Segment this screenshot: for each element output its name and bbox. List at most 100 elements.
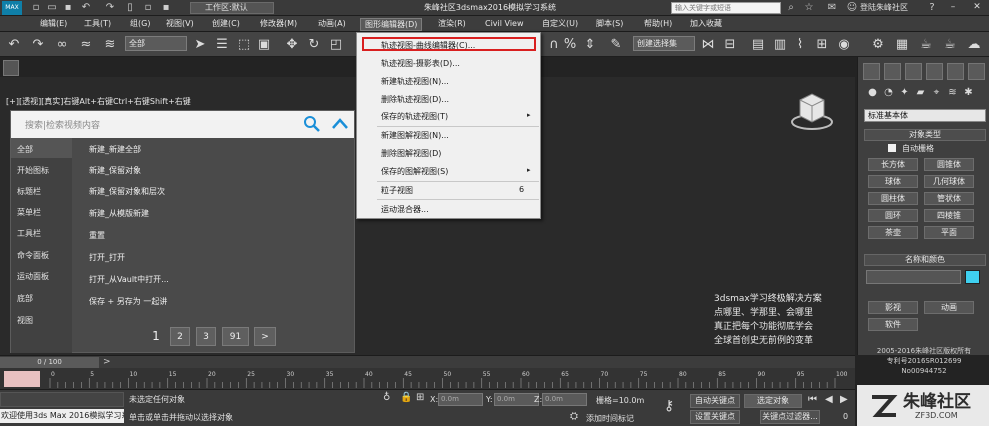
- video-list-item[interactable]: 保存 + 另存为 一起讲: [89, 296, 167, 307]
- menu-civil-view[interactable]: Civil View: [481, 18, 528, 31]
- play-icon[interactable]: ▶: [840, 394, 848, 405]
- next-frame-button[interactable]: >: [103, 357, 111, 367]
- category-item[interactable]: 底部: [17, 293, 33, 304]
- menu-group[interactable]: 组(G): [126, 18, 154, 31]
- select-move-icon[interactable]: ✥: [284, 37, 300, 53]
- save-file-icon[interactable]: ▪: [62, 2, 74, 14]
- binoculars-icon[interactable]: ⌕: [785, 2, 797, 14]
- page-current[interactable]: 1: [147, 327, 165, 346]
- star-icon[interactable]: ☆: [803, 2, 815, 14]
- autogrid-checkbox[interactable]: [888, 144, 896, 152]
- open-file-icon[interactable]: ▭: [46, 2, 58, 14]
- workspace-select[interactable]: 工作区:默认: [190, 2, 274, 14]
- spinner-snap-icon[interactable]: ⇕: [582, 37, 598, 53]
- category-item[interactable]: 运动面板: [17, 271, 49, 282]
- lights-icon[interactable]: ✦: [898, 86, 911, 99]
- select-object-icon[interactable]: ➤: [192, 37, 208, 53]
- cylinder-button[interactable]: 圆柱体: [868, 192, 918, 205]
- viewport-label[interactable]: [+][透视][真实]右键Alt+右键Ctrl+右键Shift+右键: [6, 96, 191, 107]
- name-color-rollout[interactable]: 名称和颜色: [864, 254, 986, 266]
- video-list-item[interactable]: 新建_从模版新建: [89, 208, 149, 219]
- video-search-input[interactable]: 搜索|检索视频内容: [25, 118, 100, 131]
- menu-item-dope-sheet[interactable]: 轨迹视图-摄影表(D)...: [381, 58, 460, 69]
- schematic-view-icon[interactable]: ⊞: [814, 37, 830, 53]
- z-coordinate-field[interactable]: 0.0m: [542, 393, 587, 406]
- page-button[interactable]: 91: [222, 327, 249, 346]
- minimize-icon[interactable]: –: [942, 1, 964, 14]
- menu-item-delete-schematic-view[interactable]: 删除图解视图(D): [381, 148, 441, 159]
- menu-help[interactable]: 帮助(H): [640, 18, 676, 31]
- time-tag-icon[interactable]: ⛭: [570, 411, 578, 422]
- space-warps-icon[interactable]: ≋: [946, 86, 959, 99]
- sphere-button[interactable]: 球体: [868, 175, 918, 188]
- close-icon[interactable]: ✕: [966, 1, 988, 14]
- new-file-icon[interactable]: ▫: [30, 2, 42, 14]
- page-button[interactable]: 2: [170, 327, 190, 346]
- undo-icon[interactable]: ↶: [80, 2, 92, 14]
- go-to-start-icon[interactable]: ⏮: [808, 394, 817, 405]
- menu-views[interactable]: 视图(V): [162, 18, 198, 31]
- edit-named-selection-icon[interactable]: ✎: [608, 37, 624, 53]
- render-iterative-icon[interactable]: ☕: [942, 37, 958, 53]
- maxscript-listener[interactable]: [0, 392, 124, 407]
- select-rotate-icon[interactable]: ↻: [306, 37, 322, 53]
- software-button[interactable]: 软件: [868, 318, 918, 331]
- lock-icon[interactable]: 🔒: [400, 392, 412, 403]
- helpers-icon[interactable]: ⌖: [930, 86, 943, 99]
- menu-item-particle-view[interactable]: 粒子视图: [381, 185, 413, 196]
- curve-editor-icon[interactable]: ⌇: [792, 37, 808, 53]
- menu-item-motion-mixer[interactable]: 运动混合器...: [381, 204, 429, 215]
- plane-button[interactable]: 平面: [924, 226, 974, 239]
- redo-icon[interactable]: ↷: [104, 2, 116, 14]
- category-item[interactable]: 全部: [17, 144, 33, 155]
- display-tab-icon[interactable]: [947, 63, 964, 80]
- x-coordinate-field[interactable]: 0.0m: [438, 393, 483, 406]
- box-button[interactable]: 长方体: [868, 158, 918, 171]
- viewcube-icon[interactable]: [790, 88, 834, 132]
- redo-icon[interactable]: ↷: [30, 37, 46, 53]
- previous-frame-icon[interactable]: ◀: [825, 394, 833, 405]
- modify-tab-icon[interactable]: [884, 63, 901, 80]
- bind-space-warp-icon[interactable]: ≋: [102, 37, 118, 53]
- help-icon[interactable]: ?: [926, 2, 938, 14]
- material-editor-icon[interactable]: ◉: [836, 37, 852, 53]
- geometry-icon[interactable]: ●: [866, 86, 879, 99]
- pyramid-button[interactable]: 四棱锥: [924, 209, 974, 222]
- percent-snap-icon[interactable]: %: [562, 37, 578, 53]
- category-item[interactable]: 标题栏: [17, 186, 41, 197]
- window-crossing-icon[interactable]: ▣: [256, 37, 272, 53]
- hold-icon[interactable]: ▫: [142, 2, 154, 14]
- menu-modifiers[interactable]: 修改器(M): [256, 18, 301, 31]
- category-item[interactable]: 视图: [17, 315, 33, 326]
- link-icon[interactable]: ∞: [54, 37, 70, 53]
- object-category-select[interactable]: 标准基本体: [864, 109, 986, 122]
- menu-customize[interactable]: 自定义(U): [538, 18, 582, 31]
- max-logo-icon[interactable]: MAX: [2, 1, 22, 15]
- menu-tools[interactable]: 工具(T): [80, 18, 115, 31]
- select-by-name-icon[interactable]: ☰: [214, 37, 230, 53]
- keyword-search-input[interactable]: 输入关键字或短语: [671, 2, 781, 14]
- shapes-icon[interactable]: ◔: [882, 86, 895, 99]
- snap-icon[interactable]: ∩: [546, 37, 562, 53]
- key-filters-button[interactable]: 关键点过滤器...: [760, 410, 820, 424]
- hierarchy-tab-icon[interactable]: [905, 63, 922, 80]
- menu-scripting[interactable]: 脚本(S): [592, 18, 627, 31]
- object-color-swatch[interactable]: [965, 270, 980, 284]
- render-online-icon[interactable]: ☁: [966, 37, 982, 53]
- select-scale-icon[interactable]: ◰: [328, 37, 344, 53]
- unlink-icon[interactable]: ≈: [78, 37, 94, 53]
- auto-key-button[interactable]: 自动关键点: [690, 394, 740, 408]
- ribbon-icon[interactable]: ▥: [772, 37, 788, 53]
- named-selection-set-select[interactable]: 创建选择集: [633, 36, 695, 51]
- selection-filter-select[interactable]: 全部: [125, 36, 187, 51]
- menu-edit[interactable]: 编辑(E): [36, 18, 71, 31]
- menu-animation[interactable]: 动画(A): [314, 18, 350, 31]
- rendered-frame-icon[interactable]: ▦: [894, 37, 910, 53]
- search-icon[interactable]: [303, 115, 321, 133]
- torus-button[interactable]: 圆环: [868, 209, 918, 222]
- video-list-item[interactable]: 新建_保留对象: [89, 165, 141, 176]
- teapot-button[interactable]: 茶壶: [868, 226, 918, 239]
- y-coordinate-field[interactable]: 0.0m: [494, 393, 539, 406]
- align-icon[interactable]: ⊟: [722, 37, 738, 53]
- set-key-icon[interactable]: ⚷: [664, 398, 674, 414]
